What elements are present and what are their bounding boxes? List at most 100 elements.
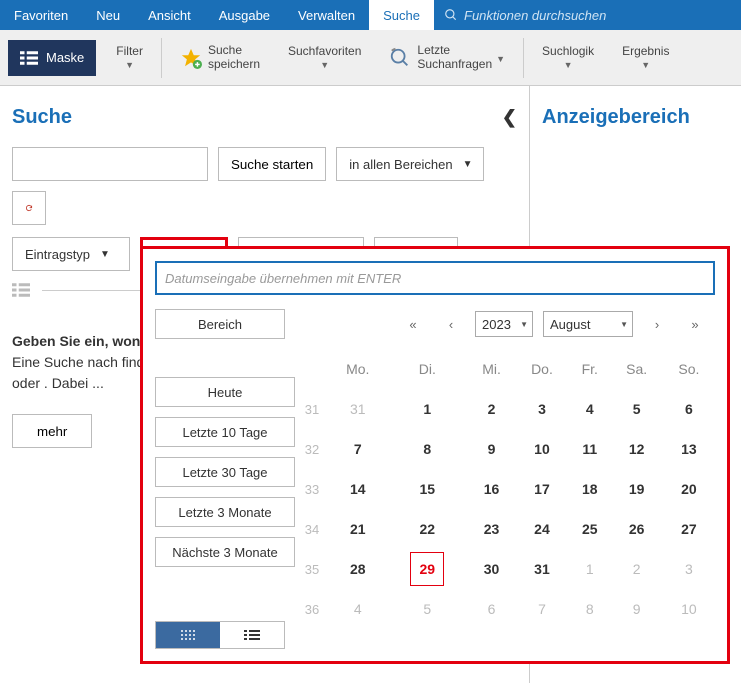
menubar: FavoritenNeuAnsichtAusgabeVerwaltenSuche… — [0, 0, 741, 30]
recent-searches-button[interactable]: LetzteSuchanfragen ▼ — [375, 30, 519, 86]
filter-button[interactable]: Filter▼ — [102, 30, 157, 86]
calendar-day[interactable]: 20 — [663, 469, 715, 509]
grid-icon — [180, 629, 196, 641]
range-button[interactable]: Bereich — [155, 309, 285, 339]
calendar-day[interactable]: 28 — [329, 549, 386, 589]
calendar-day[interactable]: 18 — [569, 469, 611, 509]
form-icon — [12, 283, 30, 297]
calendar-day[interactable]: 4 — [569, 389, 611, 429]
calendar-day[interactable]: 25 — [569, 509, 611, 549]
calendar-day[interactable]: 27 — [663, 509, 715, 549]
shortcut-nächste-3-monate[interactable]: Nächste 3 Monate — [155, 537, 295, 567]
calendar-day[interactable]: 7 — [515, 589, 569, 629]
calendar-day[interactable]: 4 — [329, 589, 386, 629]
menu-verwalten[interactable]: Verwalten — [284, 0, 369, 30]
calendar-day[interactable]: 9 — [468, 429, 515, 469]
separator — [161, 38, 162, 78]
calendar-day[interactable]: 29 — [386, 549, 468, 589]
refresh-button[interactable] — [12, 191, 46, 225]
calendar-day[interactable]: 8 — [569, 589, 611, 629]
week-number: 35 — [295, 549, 329, 589]
calendar-grid: Mo.Di.Mi.Do.Fr.Sa.So. 313112345632789101… — [295, 349, 715, 629]
shortcut-letzte-3-monate[interactable]: Letzte 3 Monate — [155, 497, 295, 527]
prev-month-button[interactable]: ‹ — [437, 311, 465, 337]
calendar-day[interactable]: 3 — [663, 549, 715, 589]
calendar-day[interactable]: 7 — [329, 429, 386, 469]
calendar-day[interactable]: 26 — [611, 509, 663, 549]
calendar-day[interactable]: 10 — [515, 429, 569, 469]
start-search-button[interactable]: Suche starten — [218, 147, 326, 181]
refresh-icon — [25, 200, 33, 216]
form-icon — [20, 51, 38, 65]
calendar-day[interactable]: 14 — [329, 469, 386, 509]
menu-ausgabe[interactable]: Ausgabe — [205, 0, 284, 30]
weekday-header: Mi. — [468, 349, 515, 389]
calendar-day[interactable]: 16 — [468, 469, 515, 509]
calendar-day[interactable]: 30 — [468, 549, 515, 589]
function-search[interactable]: Funktionen durchsuchen — [434, 0, 616, 30]
weekday-header: So. — [663, 349, 715, 389]
chevron-down-icon: ▼ — [564, 60, 573, 70]
entry-type-dropdown[interactable]: Eintragstyp▼ — [12, 237, 130, 271]
chevron-down-icon: ▼ — [641, 60, 650, 70]
weekday-header: Sa. — [611, 349, 663, 389]
calendar-day[interactable]: 5 — [611, 389, 663, 429]
function-search-placeholder: Funktionen durchsuchen — [464, 8, 606, 23]
calendar-day[interactable]: 2 — [611, 549, 663, 589]
shortcut-letzte-10-tage[interactable]: Letzte 10 Tage — [155, 417, 295, 447]
next-year-button[interactable]: » — [681, 311, 709, 337]
calendar-day[interactable]: 3 — [515, 389, 569, 429]
calendar-day[interactable]: 8 — [386, 429, 468, 469]
calendar-day[interactable]: 21 — [329, 509, 386, 549]
save-search-button[interactable]: Suchespeichern — [166, 30, 274, 86]
calendar-day[interactable]: 11 — [569, 429, 611, 469]
page-title: Suche — [12, 106, 72, 129]
calendar-day[interactable]: 31 — [515, 549, 569, 589]
calendar-day[interactable]: 23 — [468, 509, 515, 549]
week-number: 34 — [295, 509, 329, 549]
collapse-left-icon[interactable]: ❮ — [502, 107, 517, 128]
search-favorites-button[interactable]: Suchfavoriten▼ — [274, 30, 375, 86]
view-list-button[interactable] — [220, 622, 284, 648]
maske-button[interactable]: Maske — [8, 40, 96, 76]
calendar-day[interactable]: 15 — [386, 469, 468, 509]
calendar-day[interactable]: 12 — [611, 429, 663, 469]
calendar-day[interactable]: 22 — [386, 509, 468, 549]
shortcut-heute[interactable]: Heute — [155, 377, 295, 407]
more-button[interactable]: mehr — [12, 414, 92, 448]
search-logic-button[interactable]: Suchlogik▼ — [528, 30, 608, 86]
weekday-header: Mo. — [329, 349, 386, 389]
menu-ansicht[interactable]: Ansicht — [134, 0, 205, 30]
calendar-day[interactable]: 13 — [663, 429, 715, 469]
calendar-day[interactable]: 10 — [663, 589, 715, 629]
display-area-title: Anzeigebereich — [542, 106, 690, 129]
weekday-header: Do. — [515, 349, 569, 389]
menu-favoriten[interactable]: Favoriten — [0, 0, 82, 30]
month-select[interactable]: August — [543, 311, 633, 337]
calendar-day[interactable]: 9 — [611, 589, 663, 629]
next-month-button[interactable]: › — [643, 311, 671, 337]
toolbar: Maske Filter▼ Suchespeichern Suchfavorit… — [0, 30, 741, 86]
search-input[interactable] — [12, 147, 208, 181]
menu-neu[interactable]: Neu — [82, 0, 134, 30]
view-grid-button[interactable] — [156, 622, 220, 648]
calendar-day[interactable]: 1 — [386, 389, 468, 429]
calendar-day[interactable]: 24 — [515, 509, 569, 549]
calendar-day[interactable]: 17 — [515, 469, 569, 509]
calendar-day[interactable]: 31 — [329, 389, 386, 429]
scope-dropdown[interactable]: in allen Bereichen▼ — [336, 147, 484, 181]
year-select[interactable]: 2023 — [475, 311, 533, 337]
prev-year-button[interactable]: « — [399, 311, 427, 337]
result-button[interactable]: Ergebnis▼ — [608, 30, 683, 86]
calendar-day[interactable]: 6 — [468, 589, 515, 629]
search-icon — [444, 8, 458, 22]
calendar-day[interactable]: 2 — [468, 389, 515, 429]
calendar-day[interactable]: 6 — [663, 389, 715, 429]
date-input[interactable]: Datumseingabe übernehmen mit ENTER — [155, 261, 715, 295]
calendar-day[interactable]: 19 — [611, 469, 663, 509]
calendar-day[interactable]: 1 — [569, 549, 611, 589]
separator — [523, 38, 524, 78]
menu-suche[interactable]: Suche — [369, 0, 434, 30]
calendar-day[interactable]: 5 — [386, 589, 468, 629]
shortcut-letzte-30-tage[interactable]: Letzte 30 Tage — [155, 457, 295, 487]
